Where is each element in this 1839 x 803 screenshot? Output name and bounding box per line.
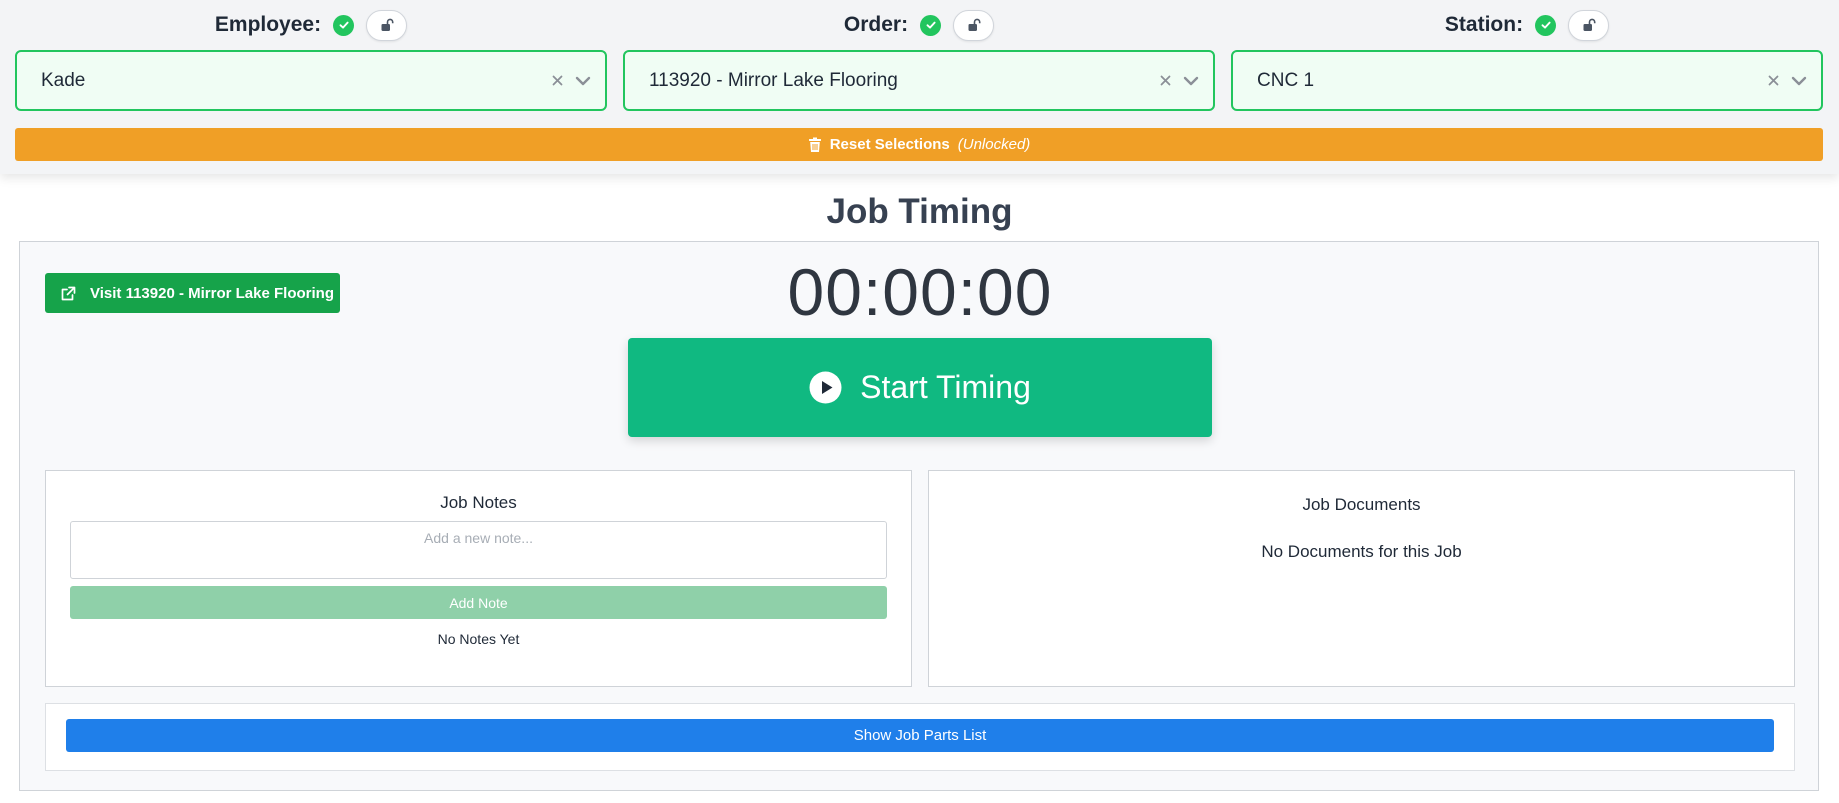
order-header: Order: xyxy=(623,0,1215,50)
unlock-icon xyxy=(968,18,981,31)
order-lock-button[interactable] xyxy=(953,9,995,41)
employee-header: Employee: xyxy=(15,0,607,50)
station-header: Station: xyxy=(1231,0,1823,50)
timer-display: 00:00:00 xyxy=(787,255,1053,329)
start-timing-button[interactable]: Start Timing xyxy=(628,338,1212,437)
clear-icon[interactable] xyxy=(1160,75,1171,86)
job-notes-card: Job Notes Add Note No Notes Yet xyxy=(45,470,912,687)
chevron-down-icon[interactable] xyxy=(575,76,591,86)
check-circle-icon xyxy=(333,14,355,36)
reset-label: Reset Selections xyxy=(829,136,950,153)
employee-label: Employee: xyxy=(214,13,322,36)
station-select[interactable]: CNC 1 xyxy=(1231,50,1823,111)
check-circle-icon xyxy=(920,14,942,36)
selection-bar: Employee: Kade Order: 113920 - Mirror La… xyxy=(0,0,1839,174)
clear-icon[interactable] xyxy=(1768,75,1779,86)
job-documents-card: Job Documents No Documents for this Job xyxy=(928,470,1795,687)
order-select[interactable]: 113920 - Mirror Lake Flooring xyxy=(623,50,1215,111)
station-lock-button[interactable] xyxy=(1568,9,1610,41)
no-documents-text: No Documents for this Job xyxy=(1261,542,1462,561)
no-notes-text: No Notes Yet xyxy=(437,631,520,647)
unlock-icon xyxy=(1583,18,1596,31)
unlock-icon xyxy=(381,18,394,31)
job-timing-panel: Visit 113920 - Mirror Lake Flooring 00:0… xyxy=(19,241,1819,791)
chevron-down-icon[interactable] xyxy=(1183,76,1199,86)
clear-icon[interactable] xyxy=(552,75,563,86)
new-note-input[interactable] xyxy=(70,521,887,579)
trash-icon xyxy=(808,137,821,152)
page-title: Job Timing xyxy=(826,192,1013,231)
reset-state: (Unlocked) xyxy=(957,136,1031,153)
play-circle-icon xyxy=(809,371,842,404)
order-selector-group: Order: 113920 - Mirror Lake Flooring xyxy=(623,0,1215,111)
station-select-value: CNC 1 xyxy=(1257,69,1315,91)
parts-list-card: Show Job Parts List xyxy=(45,703,1795,771)
chevron-down-icon[interactable] xyxy=(1791,76,1807,86)
job-documents-title: Job Documents xyxy=(1302,495,1421,514)
start-timing-label: Start Timing xyxy=(860,369,1031,405)
reset-selections-button[interactable]: Reset Selections (Unlocked) xyxy=(15,128,1823,161)
add-note-button[interactable]: Add Note xyxy=(70,586,887,619)
check-circle-icon xyxy=(1535,14,1557,36)
station-label: Station: xyxy=(1444,13,1524,36)
employee-lock-button[interactable] xyxy=(366,9,408,41)
employee-select[interactable]: Kade xyxy=(15,50,607,111)
employee-selector-group: Employee: Kade xyxy=(15,0,607,111)
employee-select-value: Kade xyxy=(41,69,86,91)
order-label: Order: xyxy=(843,13,909,36)
job-notes-title: Job Notes xyxy=(440,493,517,512)
order-select-value: 113920 - Mirror Lake Flooring xyxy=(649,69,898,91)
show-parts-list-button[interactable]: Show Job Parts List xyxy=(66,719,1774,752)
station-selector-group: Station: CNC 1 xyxy=(1231,0,1823,111)
